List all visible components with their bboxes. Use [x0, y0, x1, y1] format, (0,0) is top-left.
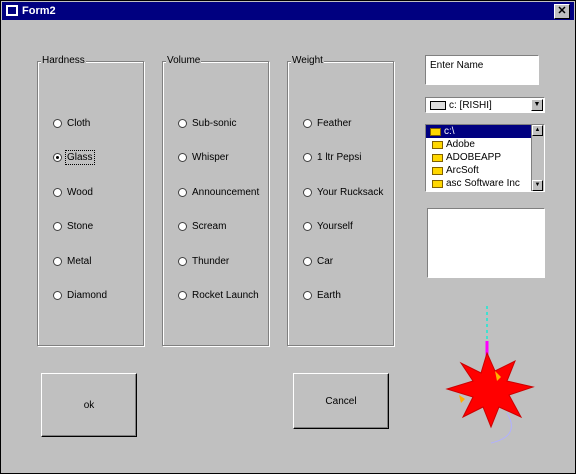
volume-option[interactable]: Scream — [178, 220, 226, 234]
radio-label: Thunder — [192, 255, 230, 267]
name-input[interactable]: Enter Name — [425, 55, 539, 85]
radio-button[interactable] — [303, 291, 312, 300]
radio-button[interactable] — [303, 153, 312, 162]
weight-option[interactable]: Your Rucksack — [303, 185, 383, 199]
radio-label: 1 ltr Pepsi — [317, 152, 362, 163]
folder-icon — [432, 153, 443, 162]
radio-button[interactable] — [53, 291, 62, 300]
directory-scrollbar[interactable]: ▲ ▼ — [531, 125, 544, 191]
weight-option[interactable]: Car — [303, 254, 333, 268]
directory-item-label: asc Software Inc — [446, 178, 520, 189]
hardness-frame-title: Hardness — [41, 55, 86, 66]
title-bar[interactable]: Form2 ✕ — [2, 2, 574, 20]
radio-label: Announcement — [192, 186, 260, 198]
radio-button[interactable] — [303, 222, 312, 231]
volume-option[interactable]: Whisper — [178, 151, 229, 165]
radio-button[interactable] — [303, 118, 312, 128]
radio-label: Car — [317, 255, 334, 267]
directory-item[interactable]: ArcSoft — [426, 164, 544, 177]
close-button[interactable]: ✕ — [554, 4, 570, 19]
radio-label: Feather — [317, 117, 352, 129]
radio-button[interactable] — [303, 256, 312, 266]
hardness-frame: Hardness Cloth Glass Wood Stone Metal Diamond — [37, 55, 144, 346]
radio-label: Scream — [192, 221, 227, 232]
radio-label: Whisper — [192, 152, 229, 163]
fuse-starburst-animation — [445, 306, 535, 444]
radio-button[interactable] — [53, 187, 62, 197]
radio-button[interactable] — [53, 118, 62, 128]
radio-button[interactable] — [178, 222, 187, 231]
directory-list[interactable]: c:\ Adobe ADOBEAPP ArcSoft asc Software Inc … — [425, 124, 545, 192]
directory-item-label: ArcSoft — [446, 165, 479, 176]
directory-item-label: c:\ — [444, 126, 455, 137]
radio-label: Cloth — [67, 117, 91, 129]
hardness-option[interactable]: Metal — [53, 254, 91, 268]
hardness-option[interactable]: Wood — [53, 185, 93, 199]
folder-icon — [432, 166, 443, 175]
volume-option[interactable]: Sub-sonic — [178, 116, 236, 130]
hardness-option[interactable]: Cloth — [53, 116, 90, 130]
scroll-down-icon[interactable]: ▼ — [532, 180, 543, 191]
file-list[interactable] — [427, 208, 545, 278]
hardness-option[interactable]: Diamond — [53, 289, 107, 303]
directory-item-label: Adobe — [446, 139, 475, 150]
drive-combo[interactable]: c: [RISHI] ▼ — [425, 97, 545, 113]
form2-window: Form2 ✕ Hardness Cloth Glass Wood Stone Meta… — [0, 0, 576, 474]
window-title: Form2 — [22, 5, 56, 17]
radio-label: Yourself — [317, 221, 353, 232]
hardness-option[interactable]: Glass — [53, 150, 95, 165]
radio-button[interactable] — [178, 118, 187, 128]
directory-item[interactable]: asc Software Inc — [426, 177, 544, 190]
app-icon — [6, 5, 18, 16]
scroll-up-icon[interactable]: ▲ — [532, 125, 543, 136]
volume-option[interactable]: Rocket Launch — [178, 289, 259, 303]
directory-item[interactable]: Adobe — [426, 138, 544, 151]
weight-option[interactable]: Yourself — [303, 220, 353, 234]
radio-button[interactable] — [303, 187, 312, 197]
radio-label: Sub-sonic — [192, 117, 237, 129]
radio-button[interactable] — [53, 256, 62, 266]
chevron-down-icon[interactable]: ▼ — [531, 99, 543, 111]
radio-label: Stone — [67, 221, 94, 232]
folder-icon — [432, 179, 443, 188]
radio-label: Diamond — [67, 290, 108, 301]
radio-label: Wood — [67, 186, 93, 198]
ok-button[interactable]: ok — [41, 373, 137, 437]
radio-label: Metal — [67, 255, 92, 267]
radio-button[interactable] — [53, 153, 62, 162]
directory-item[interactable]: ADOBEAPP — [426, 151, 544, 164]
directory-item[interactable]: c:\ — [426, 125, 544, 138]
cancel-button[interactable]: Cancel — [293, 373, 389, 429]
drive-icon — [430, 100, 446, 110]
radio-button[interactable] — [178, 256, 187, 266]
volume-frame-title: Volume — [166, 55, 202, 66]
radio-button[interactable] — [178, 291, 187, 300]
drive-combo-value: c: [RISHI] — [449, 99, 492, 111]
volume-frame: Volume Sub-sonic Whisper Announcement Screa… — [162, 55, 269, 346]
weight-option[interactable]: Earth — [303, 289, 341, 303]
starburst-flare-2 — [459, 395, 465, 403]
weight-option[interactable]: Feather — [303, 116, 351, 130]
volume-option[interactable]: Thunder — [178, 254, 229, 268]
radio-label: Your Rucksack — [317, 186, 384, 198]
volume-option[interactable]: Announcement — [178, 185, 259, 199]
folder-icon — [432, 140, 443, 149]
weight-frame: Weight Feather 1 ltr Pepsi Your Rucksack Yo… — [287, 55, 394, 346]
weight-frame-title: Weight — [291, 55, 324, 66]
radio-button[interactable] — [53, 222, 62, 231]
hardness-option[interactable]: Stone — [53, 220, 93, 234]
folder-icon — [430, 127, 441, 136]
starburst-icon — [445, 351, 535, 429]
directory-item-label: ADOBEAPP — [446, 152, 502, 163]
radio-label: Rocket Launch — [192, 290, 259, 301]
radio-button[interactable] — [178, 187, 187, 197]
weight-option[interactable]: 1 ltr Pepsi — [303, 151, 361, 165]
radio-label: Earth — [317, 290, 341, 301]
radio-button[interactable] — [178, 153, 187, 162]
radio-label: Glass — [65, 150, 95, 165]
